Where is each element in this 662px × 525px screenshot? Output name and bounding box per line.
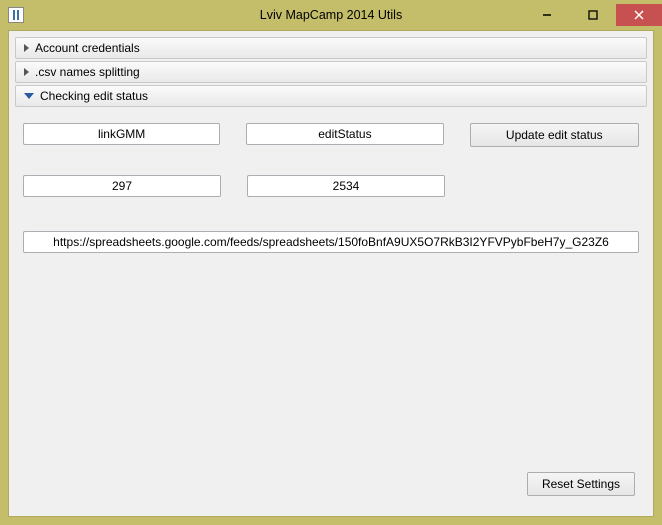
client-area: Account credentials .csv names splitting… [8,30,654,517]
accordion-label: .csv names splitting [35,65,140,79]
update-edit-status-button[interactable]: Update edit status [470,123,639,147]
accordion-label: Account credentials [35,41,140,55]
app-window: Lviv MapCamp 2014 Utils Account credenti… [0,0,662,525]
app-icon [8,7,24,23]
titlebar[interactable]: Lviv MapCamp 2014 Utils [0,0,662,30]
close-button[interactable] [616,4,662,26]
link-column-input[interactable] [23,123,220,145]
accordion-header-account-credentials[interactable]: Account credentials [15,37,647,59]
values-row [23,175,639,197]
value1-input[interactable] [23,175,221,197]
accordion-header-edit-status[interactable]: Checking edit status [15,85,647,107]
minimize-button[interactable] [524,4,570,26]
chevron-down-icon [24,93,34,99]
accordion-label: Checking edit status [40,89,148,103]
chevron-right-icon [24,68,29,76]
footer-bar: Reset Settings [23,464,639,502]
value2-input[interactable] [247,175,445,197]
feed-url-input[interactable] [23,231,639,253]
window-controls [524,4,662,26]
accordion-csv-splitting: .csv names splitting [15,61,647,85]
edit-status-panel: Update edit status Reset Settings [15,109,647,510]
accordion-account-credentials: Account credentials [15,37,647,61]
accordion-edit-status: Checking edit status Update edit status … [15,85,647,510]
maximize-icon [588,10,598,20]
chevron-right-icon [24,44,29,52]
reset-settings-button[interactable]: Reset Settings [527,472,635,496]
accordion-header-csv-splitting[interactable]: .csv names splitting [15,61,647,83]
close-icon [634,10,644,20]
columns-row: Update edit status [23,123,639,147]
minimize-icon [542,10,552,20]
maximize-button[interactable] [570,4,616,26]
status-column-input[interactable] [246,123,443,145]
